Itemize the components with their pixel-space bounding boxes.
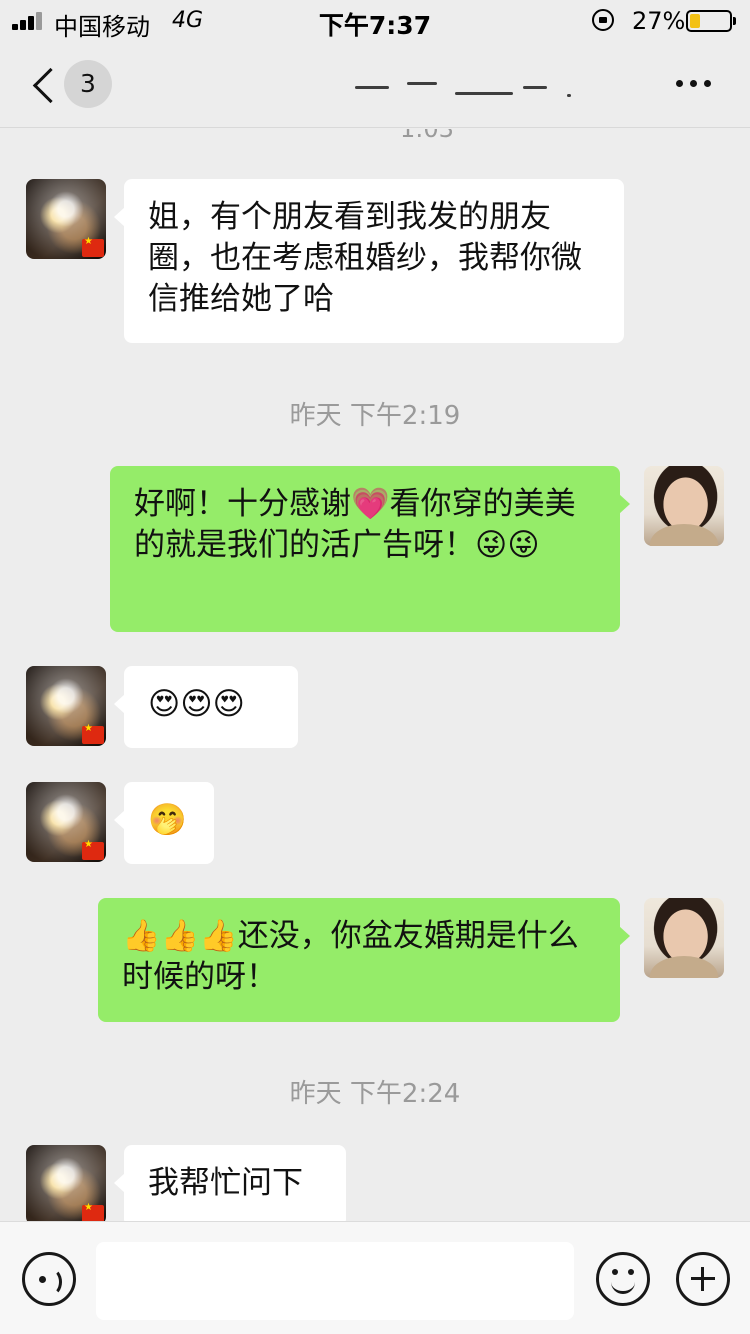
more-functions-button[interactable] — [676, 1252, 730, 1306]
timestamp-partial: 1:03 — [400, 129, 454, 143]
chat-header: 3 — [0, 42, 750, 128]
battery-icon — [686, 10, 736, 32]
flag-icon — [82, 839, 104, 860]
chat-message-list[interactable]: 1:03 姐，有个朋友看到我发的朋友圈，也在考虑租婚纱，我帮你微信推给她了哈 昨… — [0, 129, 750, 1221]
incoming-message-bubble[interactable]: 我帮忙问下 — [114, 1145, 346, 1221]
my-avatar[interactable] — [644, 898, 724, 978]
my-avatar[interactable] — [644, 466, 724, 546]
message-input-bar — [0, 1221, 750, 1334]
more-options-icon[interactable] — [676, 80, 712, 88]
flag-icon — [82, 236, 104, 257]
battery-percent: 27% — [632, 7, 686, 35]
friend-avatar[interactable] — [26, 666, 106, 746]
incoming-message-bubble[interactable]: 姐，有个朋友看到我发的朋友圈，也在考虑租婚纱，我帮你微信推给她了哈 — [114, 179, 624, 343]
voice-input-button[interactable] — [22, 1252, 76, 1306]
flag-icon — [82, 723, 104, 744]
avatar-shoulders — [650, 524, 718, 546]
flag-icon — [82, 1202, 104, 1221]
battery-level-fill — [690, 14, 700, 28]
status-bar: 中国移动 4G 下午7:37 27% — [0, 0, 750, 42]
outgoing-message-bubble[interactable]: 👍👍👍还没，你盆友婚期是什么时候的呀！ — [98, 898, 630, 1022]
message-input[interactable] — [96, 1242, 574, 1320]
emoji-button[interactable] — [596, 1252, 650, 1306]
avatar-shoulders — [650, 956, 718, 978]
friend-avatar[interactable] — [26, 1145, 106, 1221]
unread-count-badge[interactable]: 3 — [64, 60, 112, 108]
friend-avatar[interactable] — [26, 782, 106, 862]
incoming-message-bubble[interactable]: 🤭 — [114, 782, 214, 864]
back-icon[interactable] — [30, 68, 54, 104]
chat-timestamp: 昨天 下午2:19 — [289, 401, 461, 431]
rotation-lock-icon — [592, 9, 614, 31]
outgoing-message-bubble[interactable]: 好啊！十分感谢💗看你穿的美美的就是我们的活广告呀！😜😜 — [110, 466, 630, 632]
incoming-message-bubble[interactable]: 😍😍😍 — [114, 666, 298, 748]
chat-timestamp: 昨天 下午2:24 — [289, 1079, 461, 1109]
chat-title-redacted — [355, 80, 595, 97]
friend-avatar[interactable] — [26, 179, 106, 259]
